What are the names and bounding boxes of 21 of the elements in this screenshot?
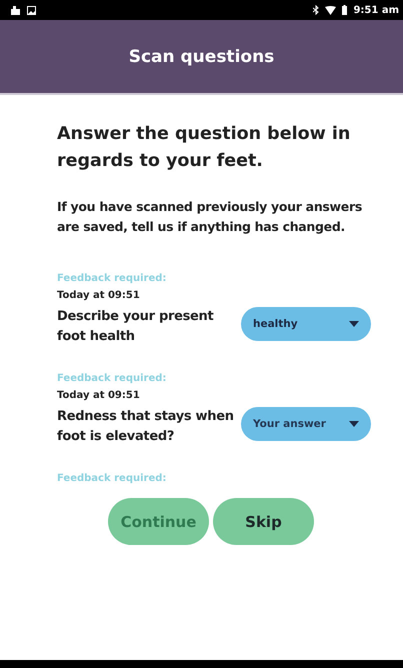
- instruction-heading: Answer the question below in regards to your feet.: [57, 123, 352, 173]
- image-icon: [27, 6, 36, 14]
- battery-icon: [342, 5, 348, 15]
- bluetooth-icon: [313, 5, 320, 15]
- status-time: 9:51 am: [353, 4, 399, 16]
- answer-dropdown[interactable]: healthy: [241, 307, 371, 341]
- answer-dropdown[interactable]: Your answer: [241, 407, 371, 441]
- wifi-icon: [325, 6, 336, 14]
- feedback-label: Feedback required:: [57, 373, 168, 384]
- screen-title: Scan questions: [128, 46, 274, 66]
- intro-text: If you have scanned previously your answers are saved, tell us if anything has changed.: [57, 198, 363, 236]
- caret-icon: [349, 321, 359, 327]
- question-text: Redness that stays when foot is elevated?: [57, 408, 235, 446]
- timestamp: Today at 09:51: [57, 290, 141, 301]
- feedback-label: Feedback required:: [57, 273, 168, 284]
- question-text: Describe your present foot health: [57, 308, 214, 346]
- notification-icon: [10, 5, 21, 15]
- timestamp: Today at 09:51: [57, 390, 141, 401]
- caret-icon: [349, 421, 359, 427]
- feedback-label: Feedback required:: [57, 473, 168, 484]
- skip-button[interactable]: Skip: [213, 498, 314, 545]
